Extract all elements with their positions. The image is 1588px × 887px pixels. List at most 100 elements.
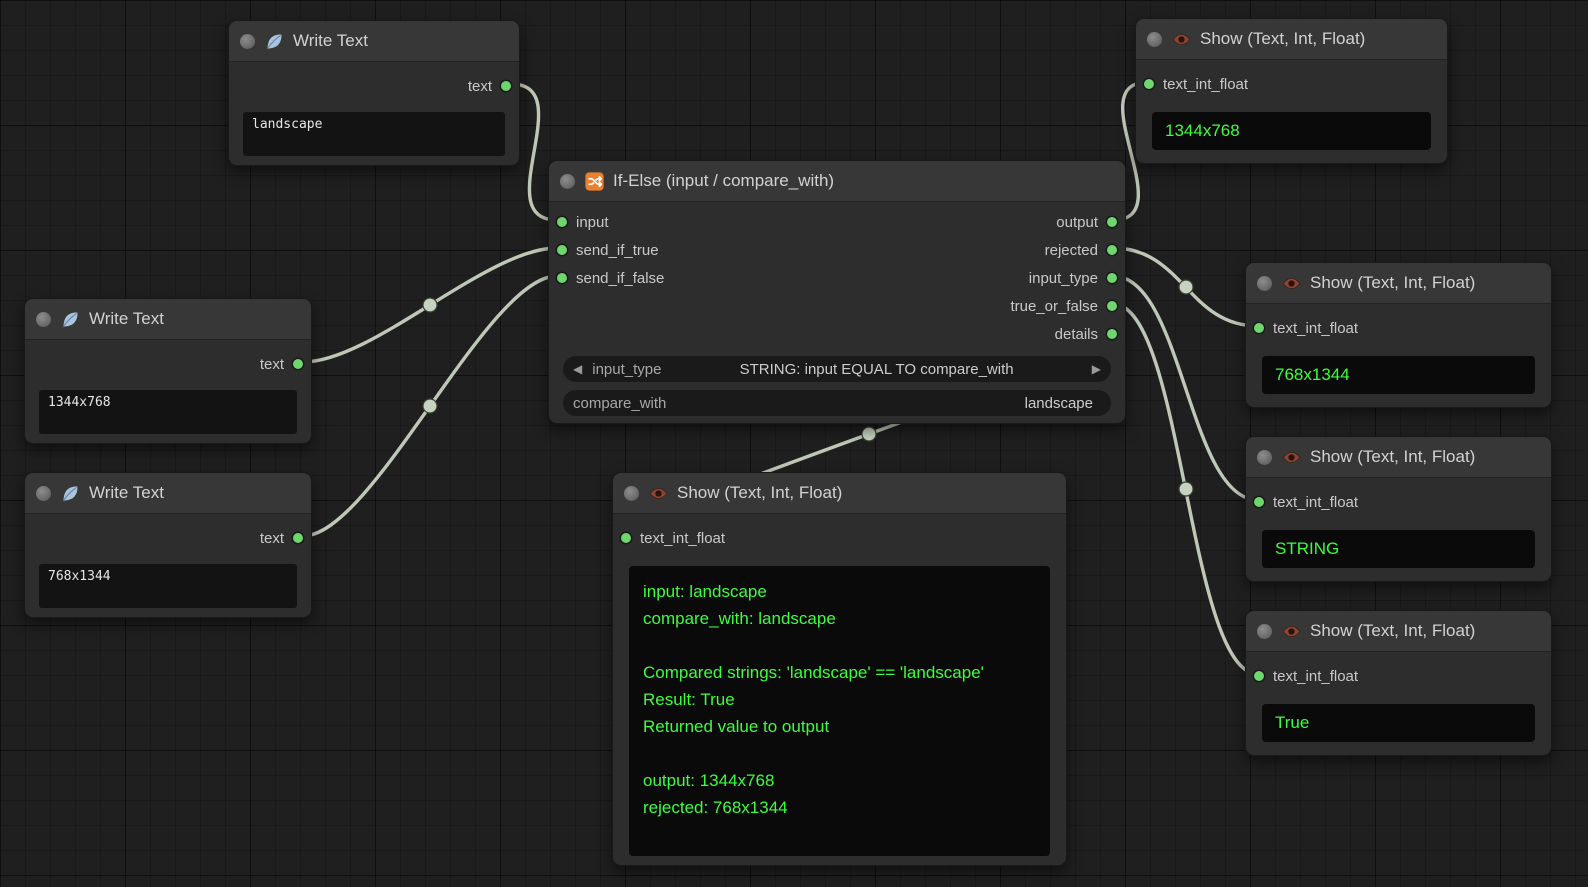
node-title: Show (Text, Int, Float) — [1200, 29, 1365, 49]
display-value: STRING — [1262, 530, 1535, 568]
input-port-input: input — [549, 208, 814, 236]
input-port-send-if-true: send_if_true — [549, 236, 814, 264]
output-port-true-or-false: true_or_false — [837, 292, 1125, 320]
output-port-dot[interactable] — [293, 359, 303, 369]
input-port-dot[interactable] — [1144, 79, 1154, 89]
node-header[interactable]: Write Text — [25, 299, 311, 340]
collapse-dot[interactable] — [36, 486, 51, 501]
node-header[interactable]: Write Text — [229, 21, 519, 62]
collapse-dot[interactable] — [560, 174, 575, 189]
input-port-dot[interactable] — [1254, 323, 1264, 333]
write-text-node-bottom[interactable]: Write Text text 768x1344 — [24, 472, 312, 618]
link-true-or-false-to-show — [1113, 304, 1258, 674]
show-node-input-type[interactable]: Show (Text, Int, Float) text_int_float S… — [1245, 436, 1552, 582]
link-input-type-to-show — [1113, 276, 1258, 500]
compare-with-widget[interactable]: compare_with landscape — [563, 390, 1111, 416]
input-port-dot[interactable] — [621, 533, 631, 543]
eye-icon — [1281, 447, 1301, 467]
node-header[interactable]: Show (Text, Int, Float) — [1136, 19, 1447, 60]
port-label: input_type — [1029, 270, 1098, 287]
node-header[interactable]: Show (Text, Int, Float) — [1246, 611, 1551, 652]
port-label: send_if_false — [576, 270, 664, 287]
output-port-dot[interactable] — [1107, 301, 1117, 311]
port-label: output — [1056, 214, 1098, 231]
link-writetext-mid-to-send-if-true — [303, 248, 557, 362]
collapse-dot[interactable] — [1147, 32, 1162, 47]
eye-icon — [1281, 621, 1301, 641]
port-label: text — [468, 78, 492, 95]
display-details: input: landscape compare_with: landscape… — [629, 566, 1050, 856]
output-port-dot[interactable] — [293, 533, 303, 543]
collapse-dot[interactable] — [1257, 624, 1272, 639]
input-port-dot[interactable] — [557, 273, 567, 283]
show-node-output[interactable]: Show (Text, Int, Float) text_int_float 1… — [1135, 18, 1448, 164]
link-midpoint-dot — [862, 427, 876, 441]
node-header[interactable]: Show (Text, Int, Float) — [1246, 263, 1551, 304]
collapse-dot[interactable] — [1257, 450, 1272, 465]
shuffle-icon — [584, 171, 604, 191]
if-else-node[interactable]: If-Else (input / compare_with) input sen… — [548, 160, 1126, 424]
output-port-dot[interactable] — [501, 81, 511, 91]
combo-next-arrow-icon[interactable]: ▶ — [1092, 356, 1101, 382]
write-text-node-top[interactable]: Write Text text landscape — [228, 20, 520, 166]
link-writetext-bottom-to-send-if-false — [303, 276, 557, 536]
text-input[interactable]: landscape — [243, 112, 505, 156]
node-title: Show (Text, Int, Float) — [1310, 273, 1475, 293]
output-port-dot[interactable] — [1107, 217, 1117, 227]
port-label: text — [260, 530, 284, 547]
output-port-dot[interactable] — [1107, 273, 1117, 283]
eye-icon — [1281, 273, 1301, 293]
display-value: 1344x768 — [1152, 112, 1431, 150]
node-title: Write Text — [89, 309, 164, 329]
node-header[interactable]: If-Else (input / compare_with) — [549, 161, 1125, 202]
input-port-dot[interactable] — [1254, 671, 1264, 681]
node-header[interactable]: Write Text — [25, 473, 311, 514]
node-title: Write Text — [89, 483, 164, 503]
output-port-dot[interactable] — [1107, 329, 1117, 339]
collapse-dot[interactable] — [624, 486, 639, 501]
display-value: True — [1262, 704, 1535, 742]
input-port-text-int-float: text_int_float — [1246, 314, 1551, 342]
input-port-dot[interactable] — [557, 245, 567, 255]
node-title: If-Else (input / compare_with) — [613, 171, 834, 191]
output-port-details: details — [837, 320, 1125, 348]
text-input[interactable]: 1344x768 — [39, 390, 297, 434]
port-label: text_int_float — [640, 530, 725, 547]
ports: input send_if_true send_if_false output … — [549, 208, 1125, 348]
combo-value: STRING: input EQUAL TO compare_with — [661, 361, 1091, 378]
show-node-true-or-false[interactable]: Show (Text, Int, Float) text_int_float T… — [1245, 610, 1552, 756]
node-header[interactable]: Show (Text, Int, Float) — [1246, 437, 1551, 478]
input-port-send-if-false: send_if_false — [549, 264, 814, 292]
output-port-text: text — [229, 72, 519, 100]
output-port-output: output — [837, 208, 1125, 236]
port-label: text — [260, 356, 284, 373]
collapse-dot[interactable] — [36, 312, 51, 327]
feather-icon — [60, 483, 80, 503]
collapse-dot[interactable] — [1257, 276, 1272, 291]
write-text-node-mid[interactable]: Write Text text 1344x768 — [24, 298, 312, 444]
show-node-details[interactable]: Show (Text, Int, Float) text_int_float i… — [612, 472, 1067, 866]
port-label: send_if_true — [576, 242, 659, 259]
feather-icon — [60, 309, 80, 329]
node-title: Write Text — [293, 31, 368, 51]
text-input[interactable]: 768x1344 — [39, 564, 297, 608]
show-node-rejected[interactable]: Show (Text, Int, Float) text_int_float 7… — [1245, 262, 1552, 408]
widget-value: landscape — [666, 395, 1101, 412]
combo-prev-arrow-icon[interactable]: ◀ — [573, 356, 582, 382]
input-port-dot[interactable] — [557, 217, 567, 227]
port-label: text_int_float — [1273, 494, 1358, 511]
node-title: Show (Text, Int, Float) — [1310, 621, 1475, 641]
feather-icon — [264, 31, 284, 51]
output-port-text: text — [25, 524, 311, 552]
collapse-dot[interactable] — [240, 34, 255, 49]
node-header[interactable]: Show (Text, Int, Float) — [613, 473, 1066, 514]
input-type-combo-widget[interactable]: ◀ input_type STRING: input EQUAL TO comp… — [563, 356, 1111, 382]
output-port-dot[interactable] — [1107, 245, 1117, 255]
widget-label: compare_with — [573, 395, 666, 412]
input-port-text-int-float: text_int_float — [1136, 70, 1447, 98]
node-graph-canvas[interactable]: Write Text text landscape Write Text tex… — [0, 0, 1588, 887]
input-port-dot[interactable] — [1254, 497, 1264, 507]
eye-icon — [648, 483, 668, 503]
port-label: text_int_float — [1273, 320, 1358, 337]
output-port-rejected: rejected — [837, 236, 1125, 264]
